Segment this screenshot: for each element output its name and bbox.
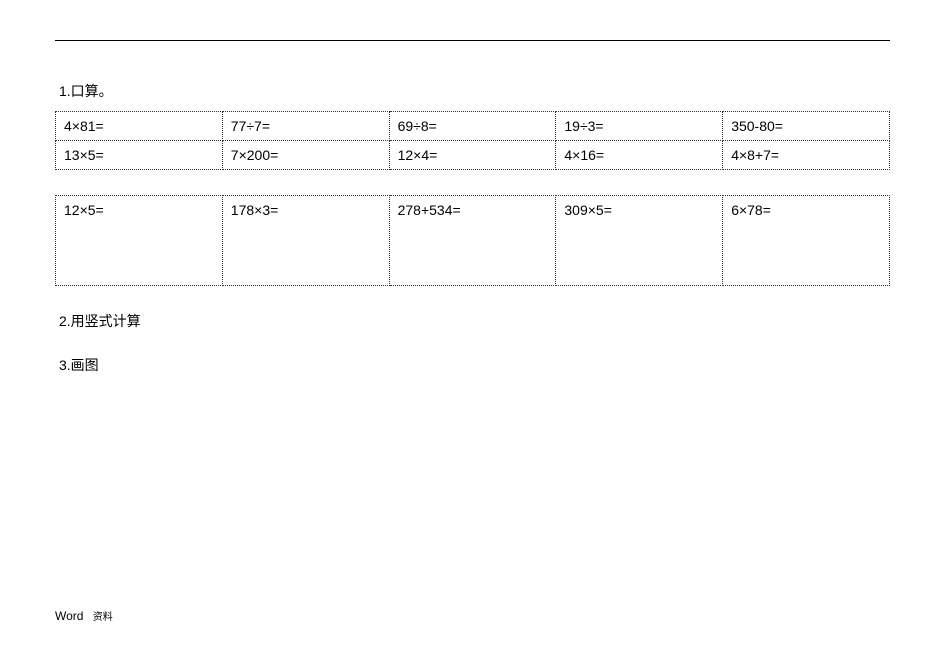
cell: 19÷3=	[556, 112, 723, 141]
footer-sub: 资料	[93, 612, 113, 623]
cell: 278+534=	[389, 196, 556, 286]
section-1-heading: 1.口算。	[55, 81, 890, 101]
cell: 77÷7=	[222, 112, 389, 141]
cell: 12×5=	[56, 196, 223, 286]
table-row: 12×5= 178×3= 278+534= 309×5= 6×78=	[56, 196, 890, 286]
footer: Word 资料	[55, 608, 113, 623]
cell: 7×200=	[222, 141, 389, 170]
cell: 6×78=	[723, 196, 890, 286]
cell: 309×5=	[556, 196, 723, 286]
section-3-heading: 3.画图	[55, 355, 890, 375]
cell: 178×3=	[222, 196, 389, 286]
mental-math-table-1: 4×81= 77÷7= 69÷8= 19÷3= 350-80= 13×5= 7×…	[55, 111, 890, 170]
footer-word: Word	[55, 609, 83, 623]
cell: 69÷8=	[389, 112, 556, 141]
mental-math-table-2: 12×5= 178×3= 278+534= 309×5= 6×78=	[55, 195, 890, 286]
cell: 13×5=	[56, 141, 223, 170]
cell: 4×16=	[556, 141, 723, 170]
cell: 350-80=	[723, 112, 890, 141]
cell: 4×8+7=	[723, 141, 890, 170]
table-row: 4×81= 77÷7= 69÷8= 19÷3= 350-80=	[56, 112, 890, 141]
cell: 4×81=	[56, 112, 223, 141]
top-rule	[55, 40, 890, 41]
section-2-heading: 2.用竖式计算	[55, 311, 890, 331]
cell: 12×4=	[389, 141, 556, 170]
table-row: 13×5= 7×200= 12×4= 4×16= 4×8+7=	[56, 141, 890, 170]
